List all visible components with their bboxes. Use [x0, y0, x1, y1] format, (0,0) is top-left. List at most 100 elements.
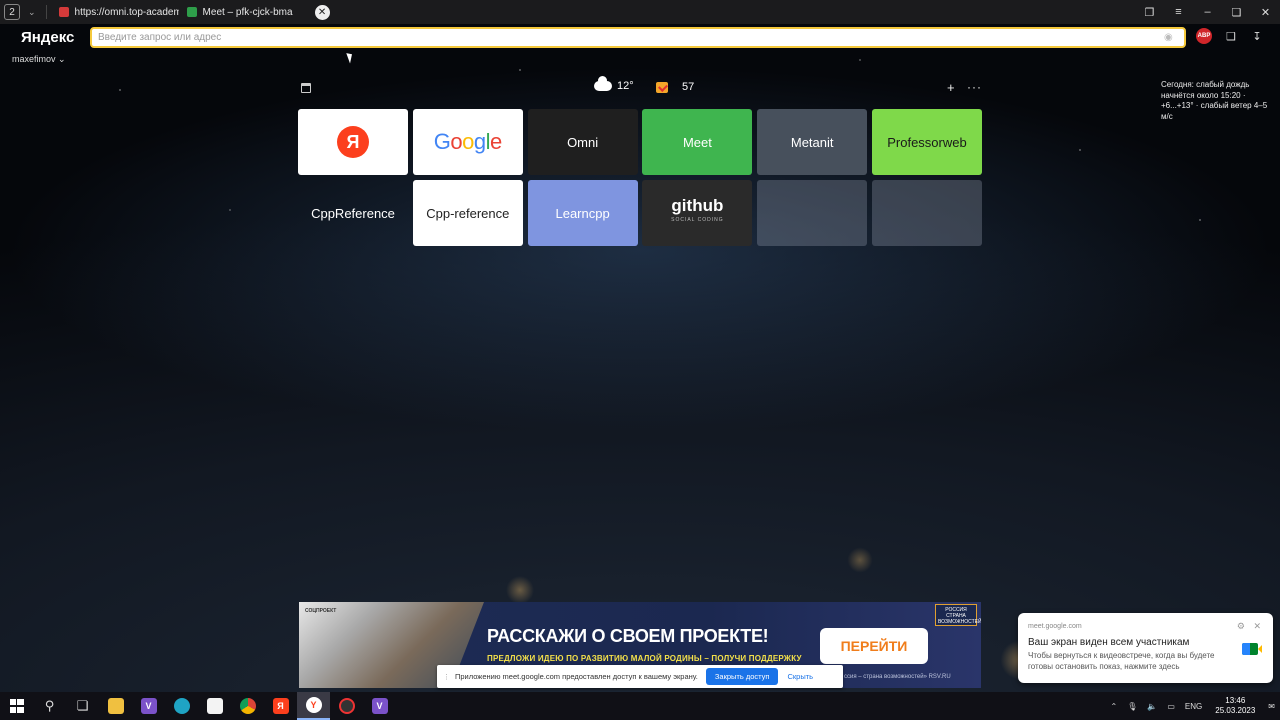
store-icon	[206, 698, 223, 714]
tile-label: CppReference	[311, 205, 395, 221]
taskbar-edge[interactable]	[165, 692, 198, 720]
mouse-cursor-icon	[346, 51, 355, 64]
tab-omni[interactable]: https://omni.top-academy	[51, 0, 179, 24]
tile-yandex[interactable]: Я	[298, 109, 408, 175]
meet-favicon-icon	[186, 7, 197, 17]
taskbar-screen-recorder[interactable]	[330, 692, 363, 720]
chevron-up-icon[interactable]: ⌃	[1111, 702, 1118, 711]
language-indicator[interactable]: ENG	[1185, 702, 1202, 711]
task-view-button[interactable]: ❏	[66, 692, 99, 720]
taskbar-visual-studio-2[interactable]: V	[363, 692, 396, 720]
hide-button[interactable]: Скрыть	[787, 672, 813, 681]
adblock-plus-icon[interactable]: ABP	[1196, 28, 1212, 44]
mail-widget[interactable]: 57	[656, 81, 694, 93]
taskbar-explorer[interactable]	[99, 692, 132, 720]
visual-studio-icon: V	[140, 698, 157, 714]
mail-count: 57	[682, 81, 695, 93]
chrome-icon	[239, 698, 256, 714]
tile-label: Omni	[567, 134, 599, 150]
search-icon: ⚲	[44, 698, 55, 713]
drag-handle-icon[interactable]: ⋮	[443, 673, 450, 681]
maximize-icon[interactable]: ❏	[1222, 6, 1251, 19]
more-options-icon[interactable]: ···	[967, 80, 982, 94]
search-button[interactable]: ⚲	[33, 692, 66, 720]
download-icon[interactable]: ↧	[1250, 30, 1264, 43]
tile-learncpp[interactable]: Learncpp	[527, 180, 638, 246]
visual-studio-icon: V	[371, 698, 388, 714]
tile-cppreference[interactable]: CppReference	[298, 180, 408, 246]
banner-title: РАССКАЖИ О СВОЕМ ПРОЕКТЕ!	[487, 626, 769, 646]
chevron-down-icon: ⌄	[58, 54, 66, 64]
camera-search-icon[interactable]: ◉	[1164, 32, 1178, 43]
start-button[interactable]	[0, 692, 33, 720]
notification-source: meet.google.com	[1028, 623, 1082, 630]
user-name: maxefimov	[12, 54, 56, 64]
share-message: Приложению meet.google.com предоставлен …	[455, 672, 698, 681]
tile-label: Cpp-reference	[426, 205, 510, 221]
clock-time: 13:46	[1225, 696, 1246, 705]
tile-omni[interactable]: Omni	[527, 109, 638, 175]
yandex-logo[interactable]: Яндекс	[21, 29, 89, 46]
taskbar-chrome[interactable]	[231, 692, 264, 720]
user-account-menu[interactable]: maxefimov ⌄	[12, 54, 66, 65]
volume-icon[interactable]: 🔈	[1147, 702, 1157, 711]
tile-google[interactable]: Google	[412, 109, 523, 175]
window-controls: ❐ ≡ – ❏ ✕	[1135, 0, 1280, 24]
microphone-icon[interactable]: 🎙	[1127, 702, 1137, 711]
yandex-icon: Я	[272, 698, 289, 714]
close-window-icon[interactable]: ✕	[1251, 6, 1280, 19]
tile-label: Metanit	[790, 134, 834, 150]
tile-label: Meet	[682, 134, 712, 150]
screen-share-bar: ⋮ Приложению meet.google.com предоставле…	[437, 665, 843, 688]
system-clock[interactable]: 13:46 25.03.2023	[1215, 696, 1255, 716]
taskbar-yandex[interactable]: Я	[264, 692, 297, 720]
network-icon[interactable]: ▭	[1167, 702, 1175, 711]
calendar-icon[interactable]	[301, 83, 311, 93]
collections-icon[interactable]: ❐	[1135, 6, 1164, 19]
banner-brand: СОЦПРОЕКТ	[305, 608, 337, 614]
bookmarks-icon[interactable]: ❑	[1224, 30, 1238, 43]
divider	[45, 5, 47, 19]
tab-meet[interactable]: Meet – pfk-cjck-bma	[179, 0, 309, 24]
tile-cpp-reference[interactable]: Cpp-reference	[412, 180, 523, 246]
add-tile-icon[interactable]: +	[947, 80, 955, 95]
clock-date: 25.03.2023	[1215, 706, 1256, 715]
tile-github[interactable]: github SOCIAL CODING	[642, 180, 753, 246]
meet-notification[interactable]: meet.google.com ⚙ ✕ Ваш экран виден всем…	[1018, 613, 1273, 683]
address-bar[interactable]: ◉	[90, 27, 1186, 48]
banner-logo: РОССИЯ СТРАНА ВОЗМОЖНОСТЕЙ	[935, 604, 981, 626]
tab-label: https://omni.top-academy	[74, 6, 179, 18]
toolbar: Яндекс ◉ ABP ❑ ↧	[0, 24, 1280, 50]
minimize-icon[interactable]: –	[1193, 6, 1222, 18]
yandex-browser-icon: Y	[305, 697, 322, 713]
tile-meet[interactable]: Meet	[642, 109, 753, 175]
taskbar-store[interactable]	[198, 692, 231, 720]
tile-professorweb[interactable]: Professorweb	[871, 109, 982, 175]
tile-label: Learncpp	[555, 205, 610, 221]
mail-icon	[656, 81, 668, 93]
notification-title: Ваш экран виден всем участникам	[1028, 637, 1190, 648]
system-tray: ⌃ 🎙 🔈 ▭ ENG 13:46 25.03.2023 ✉	[1106, 692, 1280, 720]
taskbar-visual-studio[interactable]: V	[132, 692, 165, 720]
cloud-icon	[594, 76, 612, 91]
notifications-icon[interactable]: ✉	[1268, 702, 1275, 711]
chevron-down-icon[interactable]: ⌄	[28, 7, 36, 18]
menu-icon[interactable]: ≡	[1164, 6, 1193, 18]
tab-count-badge[interactable]: 2	[4, 4, 20, 20]
omni-favicon-icon	[58, 7, 69, 17]
close-tab-icon[interactable]: ✕	[314, 4, 330, 20]
banner-go-button[interactable]: ПЕРЕЙТИ	[820, 628, 928, 664]
weather-widget[interactable]: 12°	[594, 76, 634, 92]
settings-icon[interactable]: ⚙	[1237, 621, 1245, 631]
stop-sharing-button[interactable]: Закрыть доступ	[705, 668, 779, 685]
taskbar-yandex-browser[interactable]: Y	[297, 692, 330, 720]
weather-temperature: 12°	[617, 80, 634, 92]
tile-empty[interactable]	[871, 180, 982, 246]
tile-empty[interactable]	[757, 180, 868, 246]
toolbar-extensions: ABP ❑ ↧	[1196, 28, 1264, 44]
address-input[interactable]	[92, 32, 1164, 43]
weather-forecast-text: Сегодня: слабый дождь начнётся около 15:…	[1161, 80, 1268, 121]
google-meet-icon	[1242, 643, 1262, 655]
tile-metanit[interactable]: Metanit	[757, 109, 868, 175]
close-icon[interactable]: ✕	[1253, 621, 1261, 631]
